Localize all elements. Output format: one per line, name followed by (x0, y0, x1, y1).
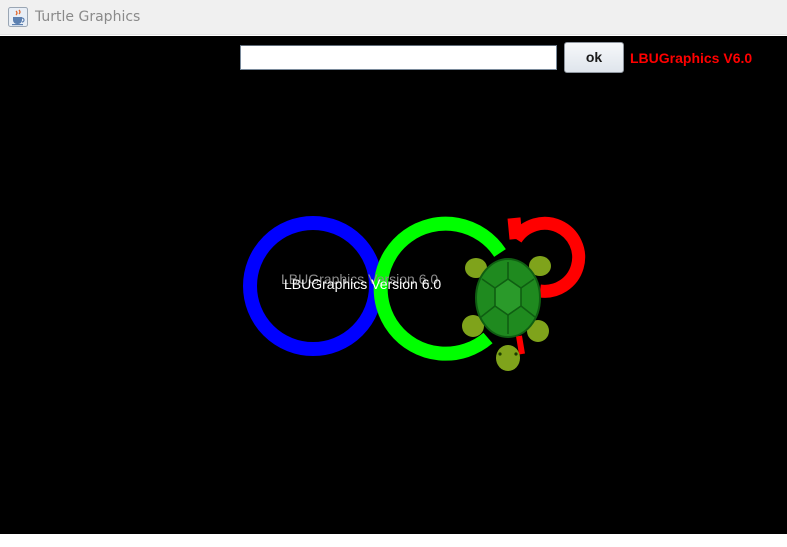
java-cup-icon[interactable] (8, 7, 28, 27)
window-bottom-edge (0, 534, 787, 547)
red-tail-stroke (516, 335, 525, 355)
command-input[interactable] (240, 45, 557, 70)
title-bar: Turtle Graphics (0, 0, 787, 35)
turtle-graphics-window: Turtle Graphics LBUGraphics Version 6.0 (0, 0, 787, 547)
window-title: Turtle Graphics (35, 9, 141, 25)
ok-button[interactable]: ok (564, 42, 624, 73)
version-label: LBUGraphics V6.0 (630, 50, 753, 66)
canvas-text: LBUGraphics Version 6.0 (284, 276, 442, 292)
